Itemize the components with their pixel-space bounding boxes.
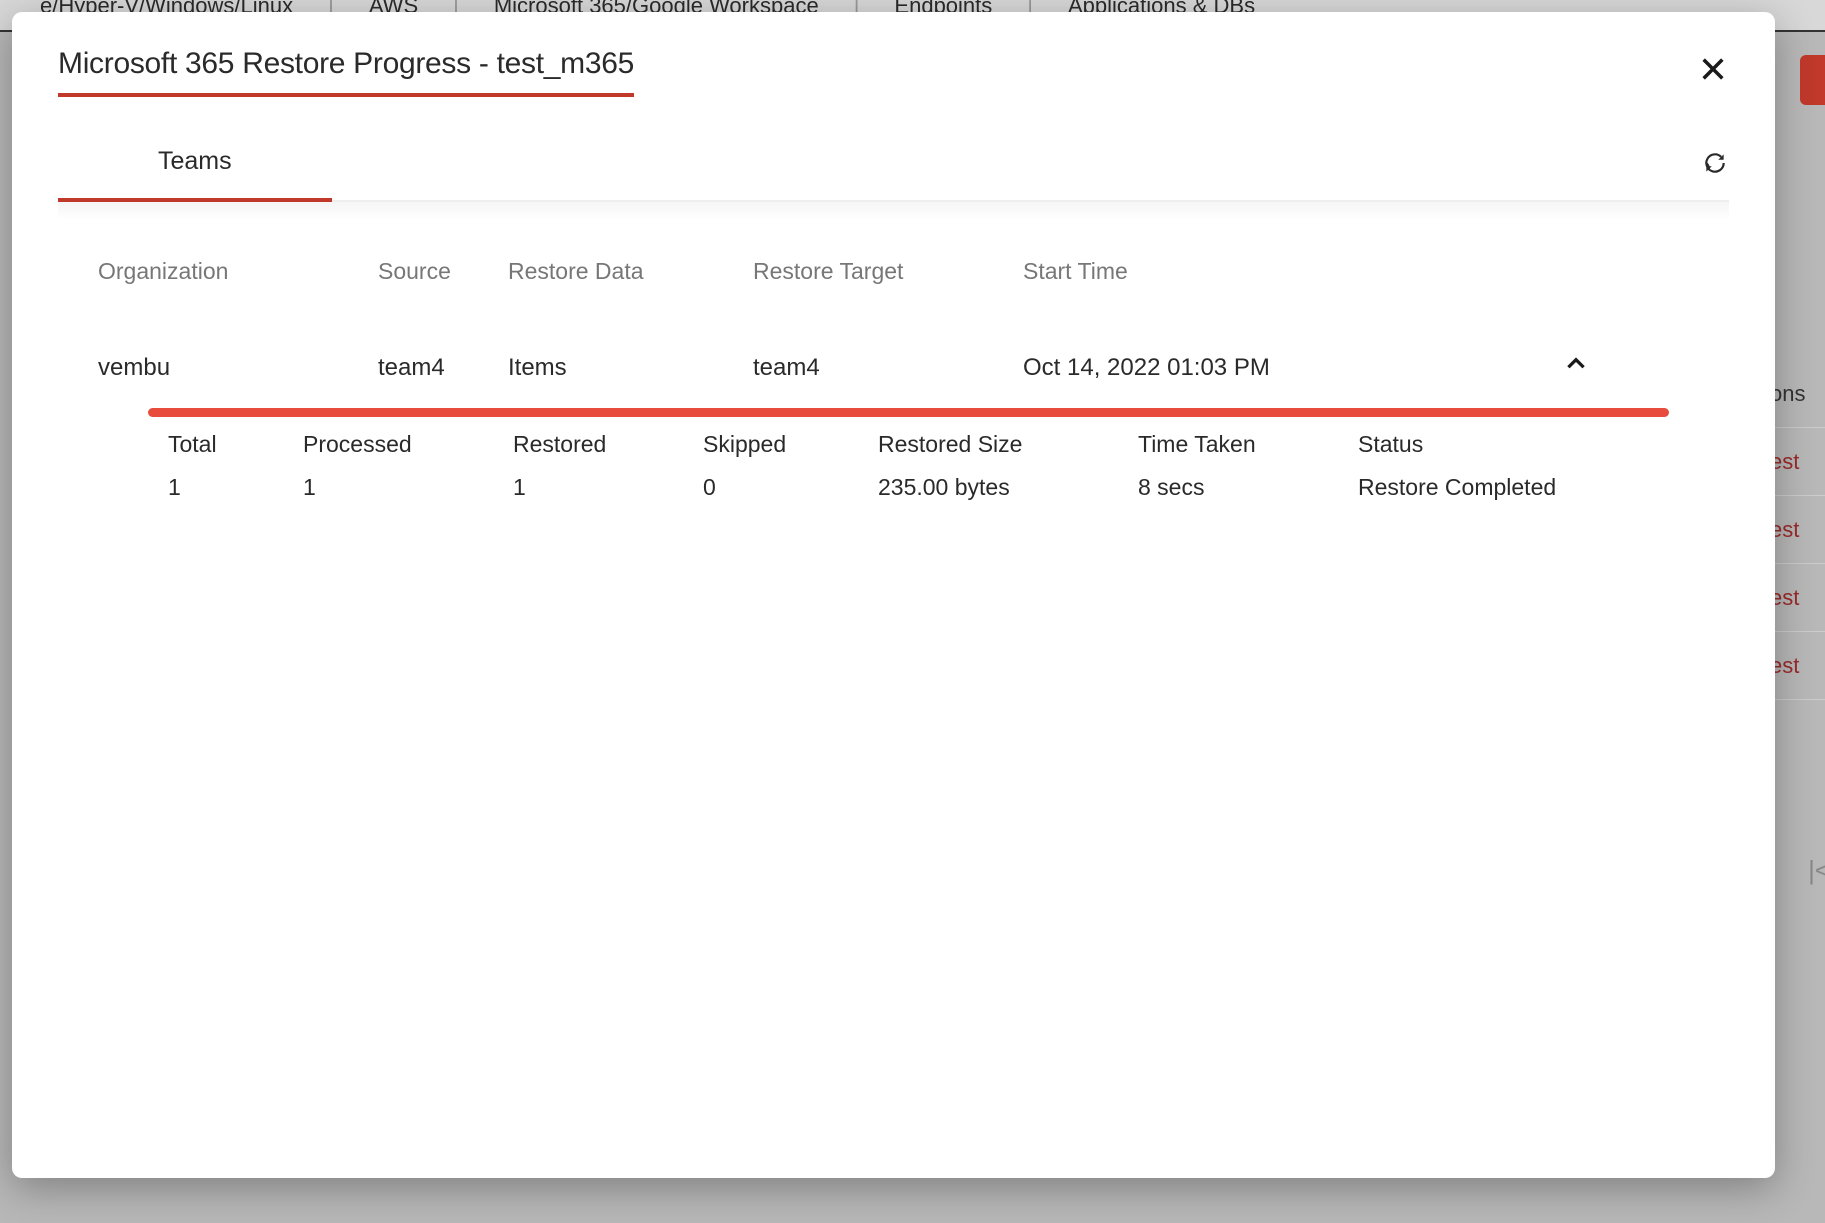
cell-start-time: Oct 14, 2022 01:03 PM (1023, 354, 1423, 382)
dcell-restored-size: 235.00 bytes (878, 474, 1138, 501)
accordion-row[interactable]: vembu team4 Items team4 Oct 14, 2022 01:… (58, 303, 1729, 394)
detail-row: 1 1 1 0 235.00 bytes 8 secs Restore Comp… (58, 458, 1729, 501)
dcol-header-skipped: Skipped (703, 431, 878, 458)
col-header-organization: Organization (98, 258, 378, 285)
bg-row-link[interactable]: est (1770, 496, 1825, 564)
refresh-icon (1702, 150, 1728, 176)
dcol-header-restored: Restored (513, 431, 703, 458)
cell-organization: vembu (98, 354, 378, 382)
cell-source: team4 (378, 354, 508, 382)
dcol-header-status: Status (1358, 431, 1689, 458)
col-header-restore-target: Restore Target (753, 258, 1023, 285)
modal-header: Microsoft 365 Restore Progress - test_m3… (58, 47, 1729, 97)
progress-bar-container (58, 394, 1729, 417)
dcell-time-taken: 8 secs (1138, 474, 1358, 501)
dcell-processed: 1 (303, 474, 513, 501)
dcell-skipped: 0 (703, 474, 878, 501)
refresh-button[interactable] (1701, 149, 1729, 177)
modal-content: Organization Source Restore Data Restore… (58, 202, 1729, 1143)
dcol-header-total: Total (168, 431, 303, 458)
progress-bar (148, 408, 1669, 417)
progress-bar-fill (148, 408, 1669, 417)
restore-progress-modal: Microsoft 365 Restore Progress - test_m3… (12, 12, 1775, 1178)
col-header-source: Source (378, 258, 508, 285)
chevron-up-icon (1563, 351, 1589, 377)
bg-row-link[interactable]: est (1770, 564, 1825, 632)
close-icon (1699, 55, 1727, 83)
cell-restore-target: team4 (753, 354, 1023, 382)
dcell-status: Restore Completed (1358, 474, 1689, 501)
col-header-restore-data: Restore Data (508, 258, 753, 285)
dcol-header-processed: Processed (303, 431, 513, 458)
accordion-column-headers: Organization Source Restore Data Restore… (58, 220, 1729, 303)
dcol-header-restored-size: Restored Size (878, 431, 1138, 458)
detail-column-headers: Total Processed Restored Skipped Restore… (58, 417, 1729, 458)
cell-restore-data: Items (508, 354, 753, 382)
dcol-header-time-taken: Time Taken (1138, 431, 1358, 458)
close-button[interactable] (1697, 53, 1729, 85)
modal-title: Microsoft 365 Restore Progress - test_m3… (58, 47, 634, 97)
dcell-total: 1 (168, 474, 303, 501)
background-action-button[interactable] (1800, 55, 1825, 105)
dcell-restored: 1 (513, 474, 703, 501)
bg-col-header: ons (1770, 360, 1825, 428)
tab-teams[interactable]: Teams (58, 125, 332, 202)
collapse-toggle[interactable] (1563, 351, 1589, 384)
tabs-row: Teams (58, 125, 1729, 202)
bg-row-link[interactable]: est (1770, 428, 1825, 496)
tabs: Teams (58, 125, 332, 200)
col-header-start-time: Start Time (1023, 258, 1423, 285)
bg-row-link[interactable]: est (1770, 632, 1825, 700)
background-right-column: ons est est est est (1770, 360, 1825, 700)
background-pager[interactable]: |< (1808, 855, 1825, 886)
shadow-divider (58, 202, 1729, 220)
